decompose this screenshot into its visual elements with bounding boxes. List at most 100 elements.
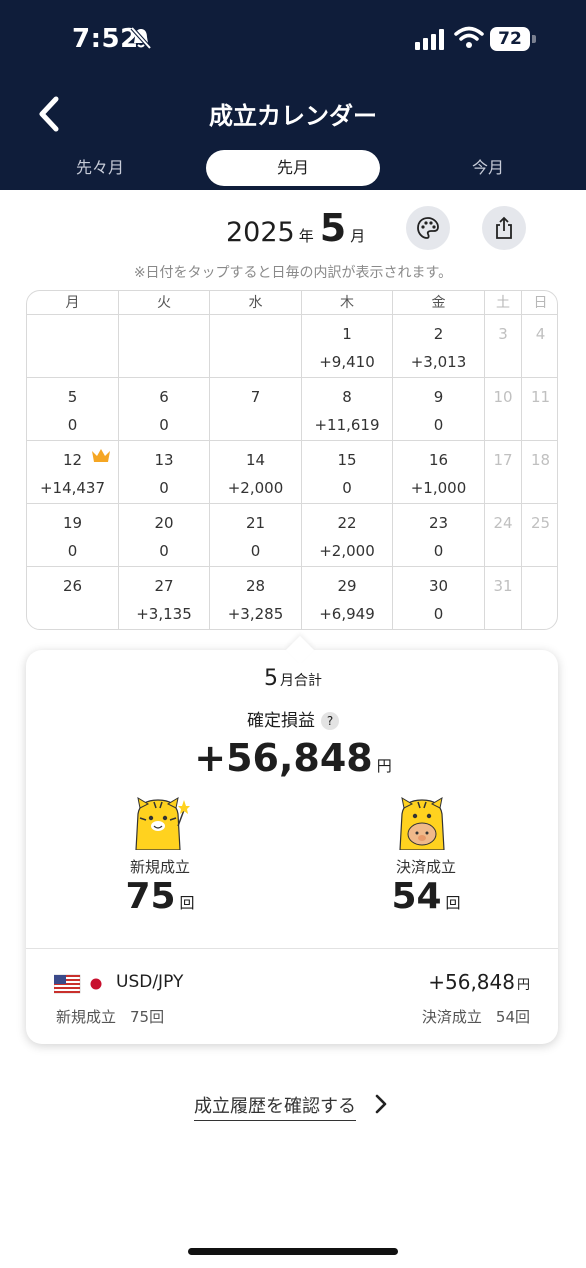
calendar-day-cell[interactable]: 12 +14,437 (27, 441, 119, 503)
month-unit: 月 (350, 227, 366, 245)
calendar-day-cell[interactable]: 60 (119, 378, 210, 440)
weekday-mon: 月 (27, 291, 119, 314)
tab-this-month[interactable]: 今月 (408, 150, 568, 186)
page-title: 成立カレンダー (209, 102, 377, 130)
calendar-empty-cell (210, 315, 302, 377)
calendar-day-cell[interactable]: 10 (485, 378, 522, 440)
pl-amount: +56,848 (194, 736, 373, 780)
currency-pair-name: USD/JPY (116, 972, 184, 992)
calendar-day-pl: +3,285 (227, 605, 284, 623)
calendar-day-number: 4 (535, 325, 546, 343)
calendar-day-cell[interactable]: 4 (522, 315, 557, 377)
calendar-day-cell[interactable]: 20 0 (119, 504, 210, 566)
year-unit: 年 (298, 227, 314, 245)
calendar-day-cell[interactable]: 18 (522, 441, 557, 503)
calendar-day-cell[interactable]: 28 +3,285 (210, 567, 302, 629)
calendar-day-cell[interactable]: 24 (485, 504, 522, 566)
calendar-day-cell[interactable]: 29 +6,949 (302, 567, 393, 629)
calendar-day-cell[interactable]: 22 +2,000 (302, 504, 393, 566)
calendar-day-pl: +6,949 (319, 605, 375, 623)
calendar-day-cell[interactable]: 7 (210, 378, 302, 440)
pair-new-trades: 新規成立 75回 (56, 1006, 164, 1027)
calendar-day-cell[interactable]: 90 (393, 378, 485, 440)
calendar-day-pl: 0 (67, 416, 78, 434)
calendar-day-pl: 0 (433, 542, 444, 560)
pair-new-label: 新規成立 (56, 1008, 117, 1026)
calendar-day-cell[interactable]: 11 (522, 378, 557, 440)
realized-pl-value: +56,848 円 (0, 736, 586, 780)
calendar-day-number: 11 (530, 388, 551, 406)
pair-pl-unit: 円 (516, 978, 530, 993)
calendar-day-cell[interactable]: 14 +2,000 (210, 441, 302, 503)
calendar-day-number: 28 (245, 577, 266, 595)
pl-yen-unit: 円 (376, 757, 392, 775)
year-value: 2025 (226, 217, 295, 248)
calendar-day-number: 8 (342, 388, 352, 406)
pair-close-label: 決済成立 (421, 1008, 482, 1026)
weekday-header: 月 火 水 木 金 土 日 (27, 291, 557, 315)
pair-pl: +56,848 円 (428, 970, 530, 994)
summary-month-label: 月合計 (280, 673, 322, 689)
calendar-day-pl: +3,135 (136, 605, 192, 623)
share-button[interactable] (482, 206, 526, 250)
calendar-day-number: 14 (245, 451, 266, 469)
calendar-week-row: 19 0 20 0 21 0 22 +2,000 23 0 24 25 (27, 504, 557, 567)
calendar-day-number: 6 (159, 388, 169, 406)
tab-two-months-ago[interactable]: 先々月 (20, 150, 180, 186)
summary-month: 5 (264, 666, 278, 691)
calendar-day-number: 22 (337, 514, 357, 532)
chevron-right-icon[interactable] (374, 1094, 388, 1114)
calendar-day-number: 15 (337, 451, 357, 469)
calendar-day-cell[interactable]: 1 +9,410 (302, 315, 393, 377)
signal-icon (415, 29, 444, 50)
new-trades-count: 75 回 (80, 876, 240, 917)
tab-last-month[interactable]: 先月 (206, 150, 380, 186)
summary-title: 5 月合計 (0, 666, 586, 691)
calendar-day-pl: +11,619 (314, 416, 380, 434)
calendar-day-cell[interactable]: 30 0 (393, 567, 485, 629)
calendar-day-cell[interactable]: 17 (485, 441, 522, 503)
calendar-day-cell[interactable]: 13 0 (119, 441, 210, 503)
calendar-day-cell[interactable]: 3 (485, 315, 522, 377)
calendar-day-cell[interactable]: 8 +11,619 (302, 378, 393, 440)
pair-closed-trades: 決済成立 54回 (422, 1006, 530, 1027)
help-icon[interactable]: ? (321, 712, 339, 730)
tiger-mascot-new-icon (135, 796, 190, 850)
calendar-day-cell[interactable]: 21 0 (210, 504, 302, 566)
calendar-day-cell[interactable]: 27 +3,135 (119, 567, 210, 629)
calendar-day-cell[interactable]: 50 (27, 378, 119, 440)
calendar-day-cell[interactable]: 2 +3,013 (393, 315, 485, 377)
calendar-note: ※日付をタップすると日毎の内訳が表示されます。 (133, 265, 453, 281)
calendar-day-cell[interactable]: 25 (522, 504, 557, 566)
calendar-day-pl: 0 (342, 479, 352, 497)
calendar-day-cell[interactable]: 23 0 (393, 504, 485, 566)
calendar-empty-cell (119, 315, 210, 377)
calendar-week-row: 1 +9,410 2 +3,013 3 4 (27, 315, 557, 378)
bell-muted-icon (130, 26, 152, 50)
status-bar: 7:52 72 (0, 0, 586, 80)
calendar-day-number: 20 (154, 514, 174, 532)
card-divider (26, 948, 558, 949)
theme-button[interactable] (406, 206, 450, 250)
new-trades-number: 75 (125, 876, 176, 917)
calendar-day-number: 31 (493, 577, 513, 595)
calendar-day-pl: 0 (433, 416, 444, 434)
calendar-day-cell[interactable]: 31 (485, 567, 522, 629)
calendar-day-number: 27 (154, 577, 174, 595)
weekday-wed: 水 (210, 291, 302, 314)
closed-trades-unit: 回 (445, 894, 461, 912)
calendar-day-cell[interactable]: 26 (27, 567, 119, 629)
calendar-day-pl: +2,000 (227, 479, 284, 497)
calendar-day-pl: +2,000 (319, 542, 375, 560)
weekday-sun: 日 (533, 295, 548, 311)
trade-history-link[interactable]: 成立履歴を確認する (194, 1092, 356, 1121)
calendar-day-number: 23 (428, 514, 449, 532)
calendar-day-cell[interactable]: 15 0 (302, 441, 393, 503)
calendar-week-row: 12 +14,437 13 0 14 +2,000 15 0 16 +1,000 17 18 (27, 441, 557, 504)
calendar-day-cell[interactable]: 16 +1,000 (393, 441, 485, 503)
calendar-day-cell[interactable]: 19 0 (27, 504, 119, 566)
calendar-day-number: 30 (428, 577, 449, 595)
app-header: 7:52 72 成立カレンダー 先々月 先月 今月 (0, 0, 586, 190)
calendar-day-pl: +9,410 (319, 353, 375, 371)
calendar-day-number: 16 (428, 451, 449, 469)
